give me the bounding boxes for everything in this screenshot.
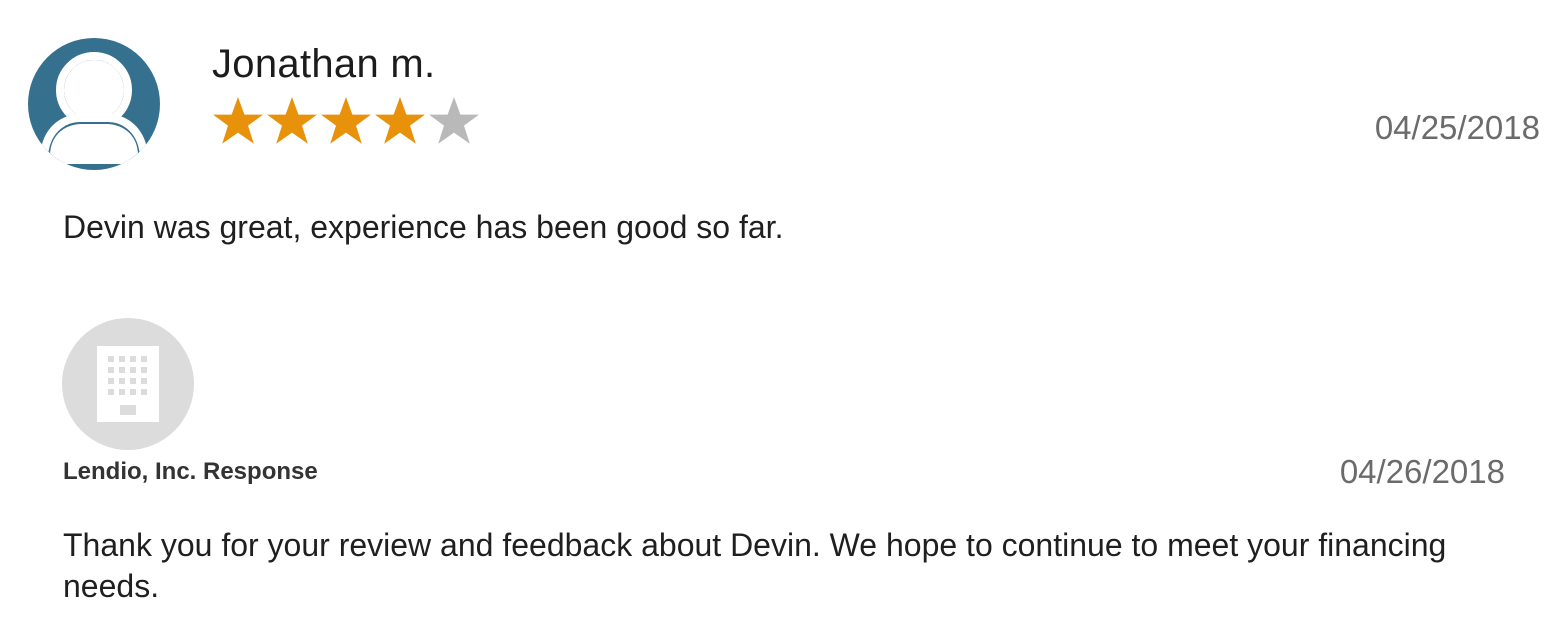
- response-text: Thank you for your review and feedback a…: [63, 527, 1447, 604]
- user-avatar-icon: [28, 38, 160, 170]
- star-rating: [212, 94, 480, 148]
- star-empty-icon: [429, 97, 479, 144]
- star-filled-icon: [213, 97, 263, 144]
- review-text: Devin was great, experience has been goo…: [63, 209, 784, 245]
- company-building-icon: [62, 318, 194, 450]
- response-label: Lendio, Inc. Response: [63, 458, 318, 485]
- review-date: 04/25/2018: [1374, 109, 1540, 146]
- star-filled-icon: [321, 97, 371, 144]
- review-card: Jonathan m. 04/25/2018 Devin was great, …: [0, 0, 1568, 630]
- star-filled-icon: [267, 97, 317, 144]
- reviewer-name: Jonathan m.: [212, 42, 436, 86]
- star-filled-icon: [375, 97, 425, 144]
- response-date: 04/26/2018: [1339, 453, 1505, 490]
